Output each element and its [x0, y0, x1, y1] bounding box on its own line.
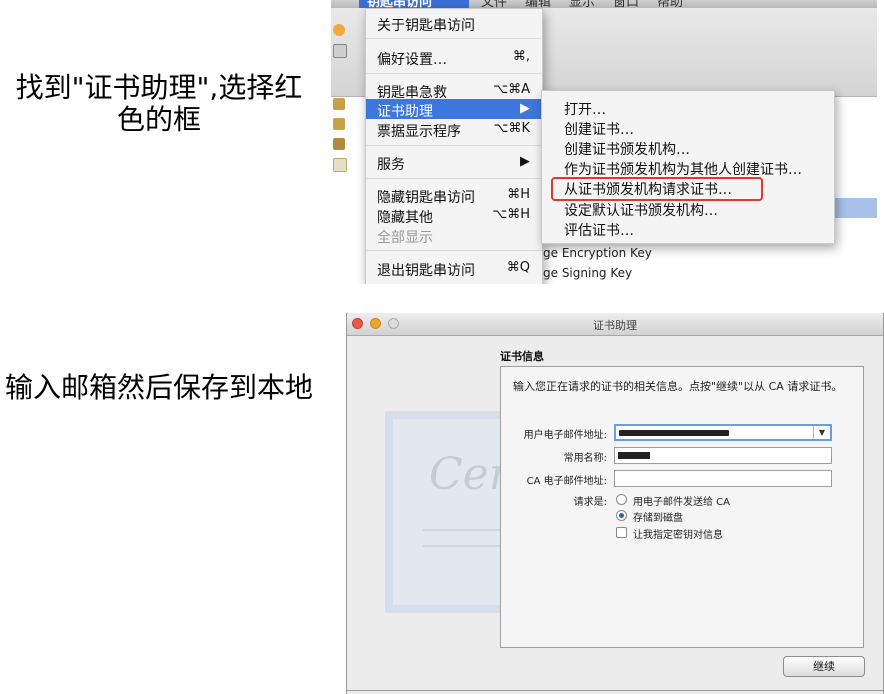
menu-item-label: 全部显示: [377, 230, 433, 246]
menubar-keychain-access[interactable]: 钥匙串访问: [359, 0, 469, 10]
submenu-item-create-for-others[interactable]: 作为证书颁发机构为其他人创建证书…: [564, 159, 802, 179]
lock-icon: [333, 98, 345, 110]
common-name-field[interactable]: [614, 447, 832, 464]
highlight-box: [551, 177, 763, 201]
submenu-item-set-default-ca[interactable]: 设定默认证书颁发机构…: [564, 200, 718, 220]
redacted-value: [619, 430, 729, 436]
menu-item-shortcut: ⌥⌘H: [492, 207, 530, 222]
submenu-arrow-icon: ▶: [520, 154, 530, 169]
submenu-item-create-ca[interactable]: 创建证书颁发机构…: [564, 139, 690, 159]
option-email-ca-label: 用电子邮件发送给 CA: [633, 497, 731, 508]
section-title: 证书信息: [500, 350, 544, 363]
ca-email-field[interactable]: [614, 470, 832, 487]
email-label: 用户电子邮件地址:: [523, 430, 607, 441]
menu-item-quit[interactable]: 退出钥匙串访问 ⌘Q: [366, 258, 542, 279]
menu-item-keychain-first-aid[interactable]: 钥匙串急救 ⌥⌘A: [366, 80, 542, 101]
common-name-label: 常用名称:: [563, 453, 607, 464]
menu-item-ticket-viewer[interactable]: 票据显示程序 ⌥⌘K: [366, 119, 542, 140]
option-save-disk-label: 存储到磁盘: [633, 513, 683, 524]
submenu-arrow-icon: ▶: [520, 101, 530, 116]
menu-item-label: 退出钥匙串访问: [377, 263, 475, 279]
menu-item-label: 证书助理: [377, 104, 433, 120]
menu-item-certificate-assistant[interactable]: 证书助理 ▶: [366, 99, 542, 120]
menu-separator: [366, 250, 542, 251]
window-title: 证书助理: [593, 319, 637, 332]
menu-bar: 钥匙串访问 文件 编辑 显示 窗口 帮助: [331, 0, 877, 10]
note-icon: [333, 158, 347, 172]
certificate-assistant-submenu: 打开… 创建证书… 创建证书颁发机构… 作为证书颁发机构为其他人创建证书… 从证…: [541, 90, 835, 244]
radio-email-ca[interactable]: [616, 494, 627, 505]
lock-icon: [333, 138, 345, 150]
caption-step-1: 找到"证书助理",选择红色的框: [15, 71, 303, 136]
ca-email-label: CA 电子邮件地址:: [526, 476, 607, 487]
menu-item-label: 偏好设置…: [377, 52, 447, 68]
lock-icon: [333, 44, 347, 58]
submenu-item-evaluate[interactable]: 评估证书…: [564, 220, 634, 240]
menu-item-shortcut: ⌥⌘A: [493, 82, 530, 97]
caption-step-2: 输入邮箱然后保存到本地: [4, 371, 313, 404]
radio-save-disk[interactable]: [616, 510, 627, 521]
continue-button[interactable]: 继续: [783, 656, 865, 677]
menu-item-label: 关于钥匙串访问: [377, 18, 475, 34]
submenu-item-create-certificate[interactable]: 创建证书…: [564, 119, 634, 139]
keychain-access-menu: 关于钥匙串访问 偏好设置… ⌘, 钥匙串急救 ⌥⌘A 证书助理 ▶ 票据显示程序…: [365, 8, 543, 284]
menu-item-preferences[interactable]: 偏好设置… ⌘,: [366, 47, 542, 68]
menu-item-label: 票据显示程序: [377, 124, 461, 140]
menu-item-label: 服务: [377, 157, 405, 173]
menu-item-label: 隐藏钥匙串访问: [377, 190, 475, 206]
menu-item-about[interactable]: 关于钥匙串访问: [366, 13, 542, 34]
menu-separator: [366, 145, 542, 146]
lock-icon: [333, 118, 345, 130]
window-bottom-edge: [347, 690, 883, 691]
chevron-down-icon[interactable]: ▼: [813, 426, 830, 439]
menu-screenshot: 钥匙串访问 文件 编辑 显示 窗口 帮助 ge Encryption Key g…: [331, 0, 877, 284]
keychain-row[interactable]: ge Signing Key: [543, 266, 632, 280]
request-label: 请求是:: [573, 497, 607, 508]
submenu-item-open[interactable]: 打开…: [564, 99, 606, 119]
menu-item-show-all: 全部显示: [366, 225, 542, 246]
menu-item-shortcut: ⌘H: [507, 187, 530, 202]
title-bar: 证书助理: [347, 313, 883, 336]
menu-item-label: 隐藏其他: [377, 210, 433, 226]
menu-item-shortcut: ⌥⌘K: [493, 121, 530, 136]
circle-icon: [333, 24, 345, 36]
menu-separator: [366, 38, 542, 39]
certificate-assistant-window: 证书助理 Certif 证书信息 输入您正在请求的证书的相关信息。点按"继续"以…: [346, 313, 884, 694]
redacted-value: [618, 452, 650, 459]
menu-item-hide-keychain[interactable]: 隐藏钥匙串访问 ⌘H: [366, 185, 542, 206]
email-field[interactable]: ▼: [614, 424, 832, 441]
menu-separator: [366, 73, 542, 74]
option-specify-key-label: 让我指定密钥对信息: [633, 530, 723, 541]
menu-item-shortcut: ⌘,: [512, 49, 530, 64]
menu-item-hide-others[interactable]: 隐藏其他 ⌥⌘H: [366, 205, 542, 226]
menu-item-shortcut: ⌘Q: [506, 260, 530, 275]
menu-separator: [366, 178, 542, 179]
intro-text: 输入您正在请求的证书的相关信息。点按"继续"以从 CA 请求证书。: [513, 380, 843, 393]
checkbox-specify-key[interactable]: [616, 527, 627, 538]
menu-item-services[interactable]: 服务 ▶: [366, 152, 542, 173]
keychain-row[interactable]: ge Encryption Key: [543, 246, 652, 260]
form-panel: 输入您正在请求的证书的相关信息。点按"继续"以从 CA 请求证书。 用户电子邮件…: [500, 366, 864, 648]
